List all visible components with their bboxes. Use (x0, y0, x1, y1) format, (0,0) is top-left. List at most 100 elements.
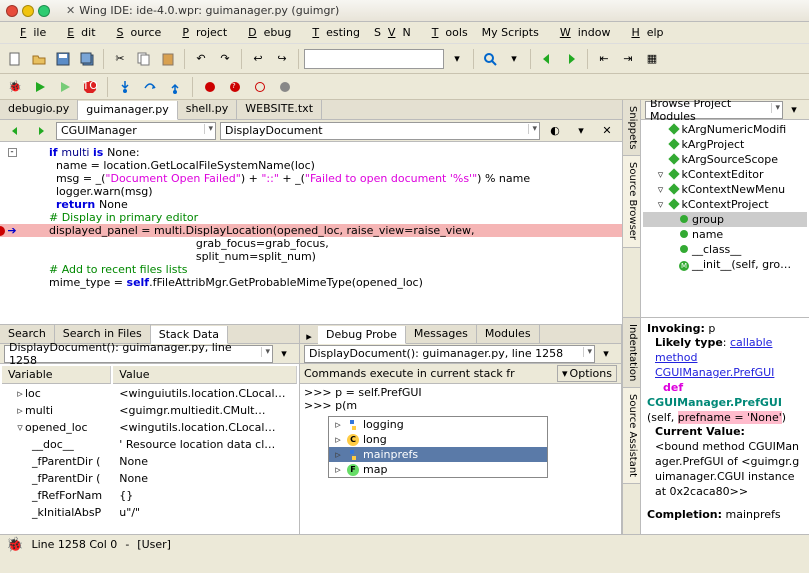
goto-def-button[interactable] (479, 48, 501, 70)
editor-close-button[interactable]: ✕ (596, 120, 618, 142)
step-over-button[interactable] (139, 76, 161, 98)
completion-popup[interactable]: ▹logging▹Clong▹mainprefs▹Fmap (328, 416, 548, 478)
var-col-value[interactable]: Value (113, 366, 297, 384)
var-row[interactable]: ▹loc<winguiutils.location.CLocal… (2, 386, 297, 401)
redo-button[interactable]: ↷ (214, 48, 236, 70)
tree-item[interactable]: kArgSourceScope (643, 152, 807, 167)
tab-debug-probe[interactable]: Debug Probe (318, 326, 406, 344)
var-row[interactable]: _fParentDir (None (2, 454, 297, 469)
debug-bug-icon[interactable]: 🐞 (4, 76, 26, 98)
copy-button[interactable] (133, 48, 155, 70)
indent-right-button[interactable]: ⇥ (617, 48, 639, 70)
save-button[interactable] (52, 48, 74, 70)
file-tab-WEBSITE-txt[interactable]: WEBSITE.txt (237, 100, 322, 119)
stack-opts-button[interactable]: ▾ (273, 343, 295, 365)
indent-left-button[interactable]: ⇤ (593, 48, 615, 70)
probe-frame-opts[interactable]: ▾ (595, 343, 617, 365)
debug-probe[interactable]: >>> p = self.PrefGUI>>> p(m ▹logging▹Clo… (300, 384, 621, 534)
menu-file[interactable]: File (6, 24, 53, 41)
var-row[interactable]: __doc__' Resource location data cl… (2, 437, 297, 452)
debug-run-again-button[interactable] (54, 76, 76, 98)
tree-item[interactable]: group (643, 212, 807, 227)
breakpoint-cond-button[interactable]: ? (224, 76, 246, 98)
sidetab-source-browser[interactable]: Source Browser (623, 156, 640, 247)
completion-mainprefs[interactable]: ▹mainprefs (329, 447, 547, 462)
menu-testing[interactable]: Testing (298, 24, 367, 41)
tree-item[interactable]: ▿kContextEditor (643, 167, 807, 182)
file-tab-shell-py[interactable]: shell.py (178, 100, 238, 119)
search-field[interactable] (304, 49, 444, 69)
undo-button[interactable]: ↶ (190, 48, 212, 70)
editor-back-button[interactable] (4, 120, 26, 142)
tree-item[interactable]: ▿kContextNewMenu (643, 182, 807, 197)
tree-item[interactable]: ▿kContextProject (643, 197, 807, 212)
completion-logging[interactable]: ▹logging (329, 417, 547, 432)
likely-class-link[interactable]: CGUIManager.PrefGUI (655, 366, 774, 379)
window-close-button[interactable] (6, 5, 18, 17)
browse-mode-selector[interactable]: Browse Project Modules (645, 101, 783, 119)
new-file-button[interactable] (4, 48, 26, 70)
tree-item[interactable]: M__init__(self, gro… (643, 257, 807, 272)
debug-run-button[interactable] (29, 76, 51, 98)
sidetab-indentation[interactable]: Indentation (623, 318, 640, 388)
cut-button[interactable]: ✂ (109, 48, 131, 70)
completion-long[interactable]: ▹Clong (329, 432, 547, 447)
probe-frame-selector[interactable]: DisplayDocument(): guimanager.py, line 1… (304, 345, 595, 363)
back-button[interactable]: ↩ (247, 48, 269, 70)
menu-window[interactable]: Window (546, 24, 618, 41)
menu-debug[interactable]: Debug (234, 24, 298, 41)
var-row[interactable]: _kInitialAbsPu"/" (2, 505, 297, 520)
method-selector[interactable]: DisplayDocument (220, 122, 540, 140)
tab-modules[interactable]: Modules (477, 325, 540, 343)
class-selector[interactable]: CGUIManager (56, 122, 216, 140)
paste-button[interactable] (157, 48, 179, 70)
menu-edit[interactable]: Edit (53, 24, 102, 41)
menu-help[interactable]: Help (617, 24, 670, 41)
breakpoint-clear-button[interactable] (274, 76, 296, 98)
project-tree[interactable]: kArgNumericModifi kArgProject kArgSource… (641, 120, 809, 317)
forward-button[interactable]: ↪ (271, 48, 293, 70)
tree-item[interactable]: __class__ (643, 242, 807, 257)
editor-menu-button[interactable]: ▾ (570, 120, 592, 142)
file-tab-debugio-py[interactable]: debugio.py (0, 100, 78, 119)
sidetab-snippets[interactable]: Snippets (623, 100, 640, 156)
code-editor[interactable]: - if multi is None: name = location.GetL… (0, 142, 622, 324)
goto-dropdown[interactable]: ▾ (503, 48, 525, 70)
menu-source[interactable]: Source (103, 24, 169, 41)
menu-my-scripts[interactable]: My Scripts (475, 24, 546, 41)
tree-item[interactable]: kArgProject (643, 137, 807, 152)
window-maximize-button[interactable] (38, 5, 50, 17)
breakpoint-disable-button[interactable] (249, 76, 271, 98)
var-col-name[interactable]: Variable (2, 366, 111, 384)
comment-button[interactable]: ▦ (641, 48, 663, 70)
window-minimize-button[interactable] (22, 5, 34, 17)
search-dropdown[interactable]: ▾ (446, 48, 468, 70)
var-row[interactable]: _fParentDir (None (2, 471, 297, 486)
status-bug-icon[interactable]: 🐞 (6, 537, 23, 553)
completion-map[interactable]: ▹Fmap (329, 462, 547, 477)
editor-fwd-button[interactable] (30, 120, 52, 142)
menu-project[interactable]: Project (168, 24, 234, 41)
debug-stop-button[interactable]: STOP (79, 76, 101, 98)
editor-opts-button[interactable]: ◐ (544, 120, 566, 142)
tree-item[interactable]: name (643, 227, 807, 242)
nav-fwd-button[interactable] (560, 48, 582, 70)
var-row[interactable]: ▿opened_loc<wingutils.location.CLocal… (2, 420, 297, 435)
tree-item[interactable]: kArgNumericModifi (643, 122, 807, 137)
sidetab-source-assistant[interactable]: Source Assistant (623, 388, 640, 484)
var-row[interactable]: ▹multi<guimgr.multiedit.CMult… (2, 403, 297, 418)
menu-tools[interactable]: Tools (418, 24, 475, 41)
step-out-button[interactable] (164, 76, 186, 98)
browse-opts[interactable]: ▾ (783, 100, 805, 121)
menu-svn[interactable]: SVN (367, 24, 418, 41)
save-all-button[interactable] (76, 48, 98, 70)
tab-messages[interactable]: Messages (406, 325, 477, 343)
file-tab-guimanager-py[interactable]: guimanager.py (78, 101, 177, 120)
stack-frame-selector[interactable]: DisplayDocument(): guimanager.py, line 1… (4, 345, 273, 363)
probe-options-button[interactable]: ▾Options (557, 365, 617, 382)
open-file-button[interactable] (28, 48, 50, 70)
step-into-button[interactable] (114, 76, 136, 98)
var-row[interactable]: _fRefForNam{} (2, 488, 297, 503)
nav-back-button[interactable] (536, 48, 558, 70)
breakpoint-add-button[interactable] (199, 76, 221, 98)
